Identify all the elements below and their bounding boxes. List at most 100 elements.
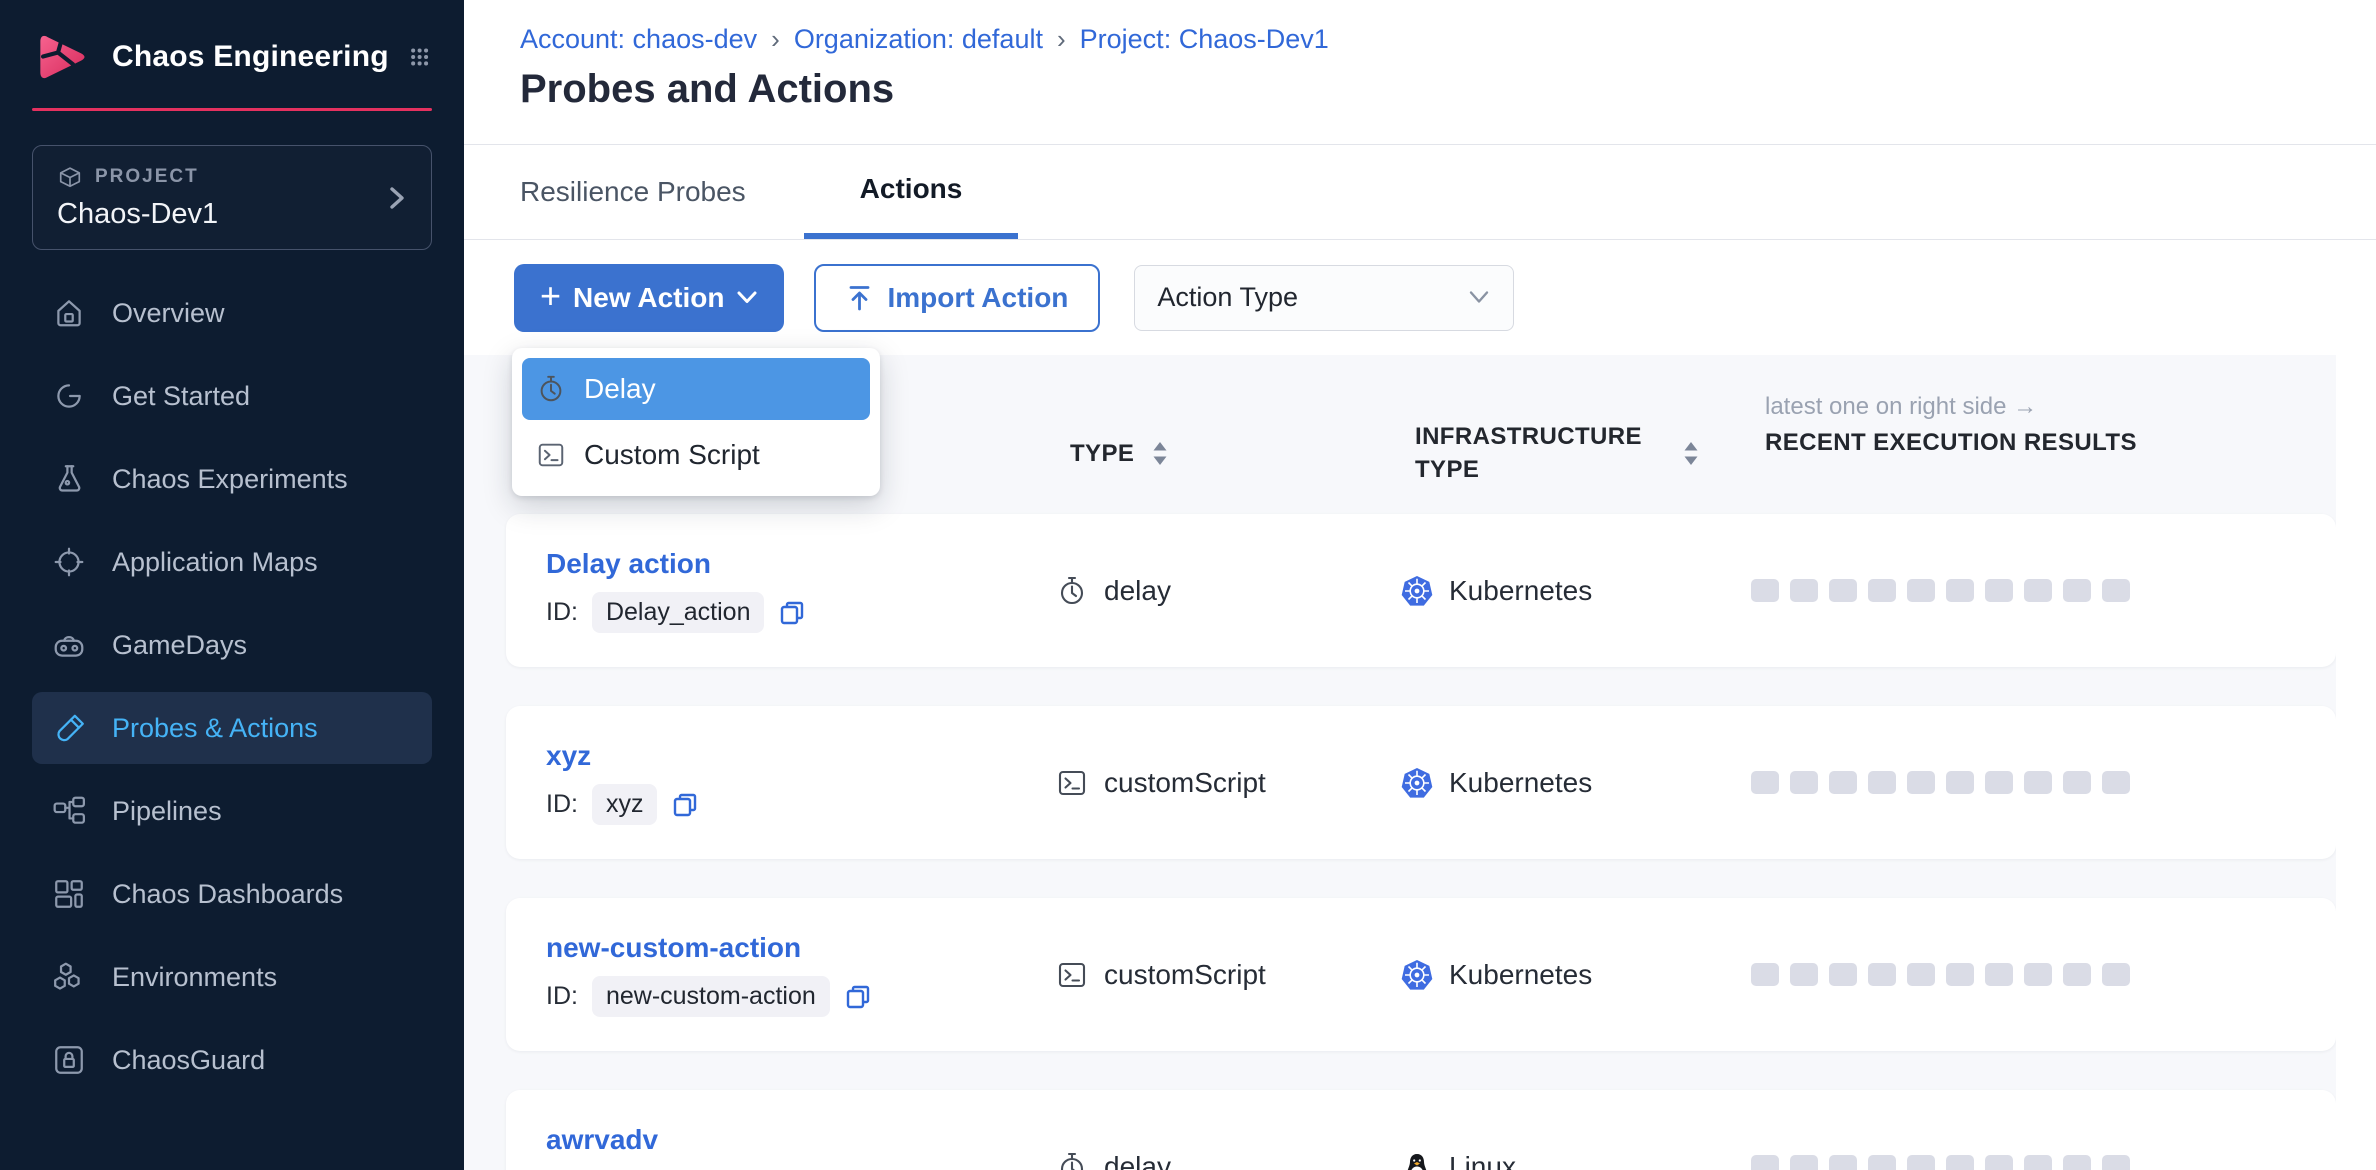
action-type-cell: customScript — [1056, 767, 1401, 799]
action-id-chip: xyz — [592, 784, 658, 825]
table-row: new-custom-actionID:new-custom-actioncus… — [506, 898, 2336, 1051]
stopwatch-icon — [1056, 575, 1088, 607]
chevron-down-icon — [736, 290, 758, 305]
execution-result-placeholder — [2024, 579, 2052, 602]
infrastructure-text: Linux — [1449, 1151, 1516, 1170]
tab-actions[interactable]: Actions — [804, 145, 1019, 239]
copy-icon[interactable] — [844, 983, 872, 1011]
tab-resilience-probes[interactable]: Resilience Probes — [520, 145, 786, 239]
sidebar-item-application-maps[interactable]: Application Maps — [32, 526, 432, 598]
kubernetes-icon — [1401, 575, 1433, 607]
sidebar-item-environments[interactable]: Environments — [32, 941, 432, 1013]
execution-result-placeholder — [1751, 963, 1779, 986]
execution-result-placeholder — [2102, 1155, 2130, 1170]
import-action-button[interactable]: Import Action — [814, 264, 1100, 332]
sidebar-item-label: Application Maps — [112, 547, 318, 578]
sidebar-item-pipelines[interactable]: Pipelines — [32, 775, 432, 847]
sidebar-item-label: Get Started — [112, 381, 250, 412]
sidebar-item-gamedays[interactable]: GameDays — [32, 609, 432, 681]
terminal-icon — [536, 440, 566, 470]
action-name-link[interactable]: Delay action — [546, 548, 711, 580]
execution-result-placeholder — [2024, 771, 2052, 794]
execution-result-placeholder — [1946, 1155, 1974, 1170]
gamepad-icon — [52, 628, 86, 662]
harness-chaos-logo-icon — [34, 28, 92, 86]
table-body: Delay actionID:Delay_actiondelayKubernet… — [464, 514, 2336, 1170]
execution-result-placeholder — [1868, 579, 1896, 602]
app-title: Chaos Engineering — [112, 40, 389, 74]
breadcrumb-separator: › — [1043, 24, 1080, 55]
sidebar-item-label: GameDays — [112, 630, 247, 661]
infrastructure-cell: Kubernetes — [1401, 959, 1751, 991]
action-name-link[interactable]: awrvadv — [546, 1124, 658, 1156]
dropdown-item-custom-script[interactable]: Custom Script — [522, 424, 870, 486]
home-icon — [52, 296, 86, 330]
sort-icon[interactable] — [1683, 440, 1699, 467]
action-type-filter[interactable]: Action Type — [1134, 265, 1514, 331]
breadcrumb-link-organization-default[interactable]: Organization: default — [794, 24, 1043, 55]
execution-result-placeholder — [1790, 1155, 1818, 1170]
dropdown-item-delay[interactable]: Delay — [522, 358, 870, 420]
toolbar: + New Action Import Action Action Type — [464, 240, 2376, 355]
copy-icon[interactable] — [671, 791, 699, 819]
project-label: PROJECT — [95, 166, 199, 188]
kubernetes-icon — [1401, 959, 1433, 991]
breadcrumb: Account: chaos-dev ›Organization: default… — [520, 24, 2376, 55]
header-infrastructure-type: INFRASTRUCTURE TYPE — [1415, 393, 1765, 514]
recent-execution-results — [1751, 579, 2336, 602]
breadcrumb-link-project-chaos-dev1[interactable]: Project: Chaos-Dev1 — [1080, 24, 1329, 55]
execution-result-placeholder — [1868, 963, 1896, 986]
execution-result-placeholder — [2063, 579, 2091, 602]
sidebar-item-get-started[interactable]: Get Started — [32, 360, 432, 432]
breadcrumb-link-account-chaos-dev[interactable]: Account: chaos-dev — [520, 24, 757, 55]
infrastructure-text: Kubernetes — [1449, 575, 1592, 607]
page-header: Account: chaos-dev ›Organization: default… — [464, 0, 2376, 145]
sidebar-item-label: Pipelines — [112, 796, 222, 827]
execution-result-placeholder — [2063, 771, 2091, 794]
id-label: ID: — [546, 790, 578, 819]
new-action-button[interactable]: + New Action — [514, 264, 784, 332]
sidebar-item-probes-actions[interactable]: Probes & Actions — [32, 692, 432, 764]
header-type: TYPE — [1070, 393, 1415, 514]
action-name-link[interactable]: new-custom-action — [546, 932, 801, 964]
import-icon — [846, 284, 873, 312]
action-id-chip: new-custom-action — [592, 976, 830, 1017]
id-label: ID: — [546, 598, 578, 627]
sidebar-nav: Overview Get Started Chaos Experiments Appl… — [0, 277, 464, 1107]
execution-result-placeholder — [1829, 1155, 1857, 1170]
action-name-link[interactable]: xyz — [546, 740, 591, 772]
module-grid-icon[interactable] — [409, 34, 430, 80]
infrastructure-text: Kubernetes — [1449, 959, 1592, 991]
execution-result-placeholder — [2063, 1155, 2091, 1170]
infrastructure-cell: Kubernetes — [1401, 767, 1751, 799]
sidebar-item-overview[interactable]: Overview — [32, 277, 432, 349]
execution-result-placeholder — [1985, 963, 2013, 986]
app-root: Chaos Engineering PROJECT — [0, 0, 2376, 1170]
execution-result-placeholder — [1946, 771, 1974, 794]
sidebar-item-chaos-experiments[interactable]: Chaos Experiments — [32, 443, 432, 515]
copy-icon[interactable] — [778, 599, 806, 627]
execution-result-placeholder — [1829, 771, 1857, 794]
execution-result-placeholder — [1985, 1155, 2013, 1170]
new-action-dropdown: DelayCustom Script — [512, 348, 880, 496]
chevron-right-icon — [383, 185, 409, 211]
id-label: ID: — [546, 982, 578, 1011]
infrastructure-cell: Linux — [1401, 1151, 1751, 1170]
project-selector[interactable]: PROJECT Chaos-Dev1 — [32, 145, 432, 250]
execution-result-placeholder — [1985, 771, 2013, 794]
sidebar-item-chaosguard[interactable]: ChaosGuard — [32, 1024, 432, 1096]
table-row: xyz ID: xyz customScriptKubernetes — [506, 706, 2336, 859]
stopwatch-icon — [536, 374, 566, 404]
execution-result-placeholder — [1829, 963, 1857, 986]
accent-divider — [32, 108, 432, 111]
probe-icon — [52, 711, 86, 745]
get-started-icon — [52, 379, 86, 413]
execution-result-placeholder — [2102, 579, 2130, 602]
execution-result-placeholder — [1985, 579, 2013, 602]
sort-icon[interactable] — [1152, 440, 1168, 467]
stopwatch-icon — [1056, 1151, 1088, 1170]
sidebar-item-chaos-dashboards[interactable]: Chaos Dashboards — [32, 858, 432, 930]
chevron-down-icon — [1467, 290, 1491, 305]
execution-result-placeholder — [1868, 1155, 1896, 1170]
sidebar-item-label: ChaosGuard — [112, 1045, 265, 1076]
